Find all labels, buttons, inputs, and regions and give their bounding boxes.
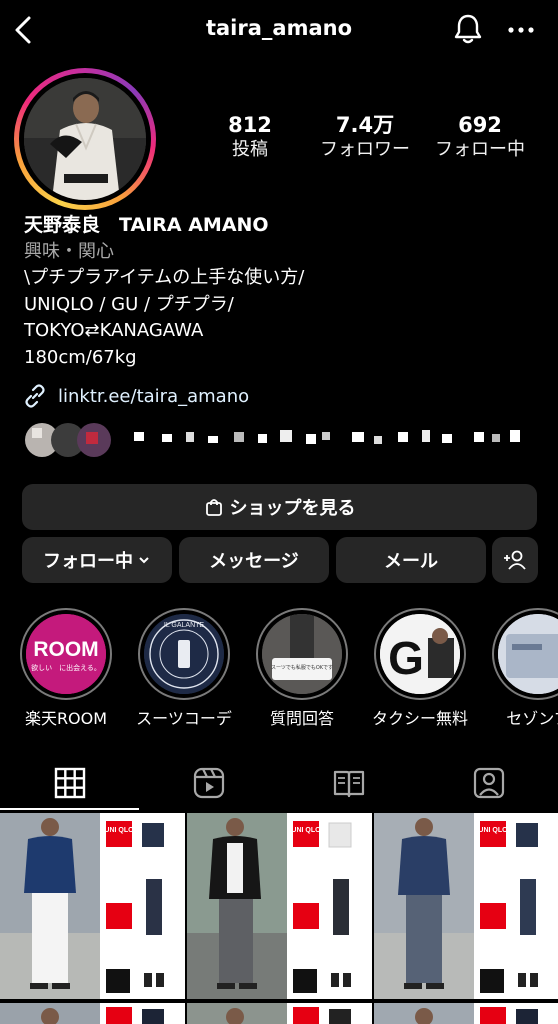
followers-count-number: 7.4万 xyxy=(335,113,395,137)
followers-count-label: フォロワー xyxy=(320,139,410,160)
post-thumbnail[interactable]: UNI QLO xyxy=(374,813,558,999)
post-thumbnail[interactable]: UNI QLO xyxy=(0,813,185,999)
top-bar: taira_amano xyxy=(0,0,558,62)
profile-bio: 天野泰良 TAIRA AMANO 興味・関心 \プチプラアイテムの上手な使い方/… xyxy=(24,212,544,371)
post-thumbnail[interactable]: UNI QLO xyxy=(187,813,372,999)
shop-button[interactable]: ショップを見る xyxy=(22,484,537,530)
highlight-label: スーツコーデ xyxy=(136,709,232,728)
active-tab-indicator xyxy=(0,808,139,810)
il-galante-badge: IL GALANTE xyxy=(144,614,224,694)
posts-count-number: 812 xyxy=(228,113,272,137)
il-galante-text: IL GALANTE xyxy=(164,622,205,629)
highlight-label: 楽天ROOM xyxy=(24,709,108,728)
uniqlo-logo-text: UNI QLO xyxy=(104,827,134,834)
highlight-rakuten-room[interactable]: ROOM 欲しい に出会える。 楽天ROOM xyxy=(18,608,114,729)
highlight-label: タクシー無料 xyxy=(372,709,469,728)
shop-button-label: ショップを見る xyxy=(229,498,356,519)
posts-count[interactable]: 812 投稿 xyxy=(195,112,305,162)
message-button[interactable]: メッセージ xyxy=(179,537,329,583)
go-logo-text: G xyxy=(388,632,424,684)
room-logo-text: ROOM xyxy=(33,638,98,661)
chevron-down-icon xyxy=(139,557,149,564)
room-logo-subtext: 欲しい に出会える。 xyxy=(31,663,101,672)
qa-highlight-image: スーツでも私服でもOKです xyxy=(262,614,342,694)
shopping-bag-icon xyxy=(205,499,222,516)
uniqlo-logo-text: UNI QLO xyxy=(291,827,321,834)
highlight-saison[interactable]: セゾンプ xyxy=(490,608,558,729)
notification-bell-icon[interactable] xyxy=(451,12,485,46)
room-logo: ROOM 欲しい に出会える。 xyxy=(26,614,106,694)
suggested-users-button[interactable] xyxy=(492,537,538,583)
profile-link[interactable]: linktr.ee/taira_amano xyxy=(22,382,249,410)
profile-avatar xyxy=(24,78,146,200)
highlight-qa[interactable]: スーツでも私服でもOKです 質問回答 xyxy=(254,608,350,729)
go-taxi-image: G xyxy=(380,614,460,694)
post-thumbnail[interactable] xyxy=(0,1003,185,1024)
posts-count-label: 投稿 xyxy=(232,139,268,160)
followed-by-row[interactable] xyxy=(22,420,542,460)
post-thumbnail[interactable] xyxy=(187,1003,372,1024)
mail-button-label: メール xyxy=(384,551,438,572)
following-count[interactable]: 692 フォロー中 xyxy=(425,112,535,162)
blurred-followers-preview xyxy=(25,423,520,457)
following-button-label: フォロー中 xyxy=(43,551,133,572)
highlight-label: 質問回答 xyxy=(269,709,334,728)
post-thumbnail[interactable] xyxy=(374,1003,558,1024)
saison-card-image xyxy=(498,614,558,694)
bio-line: UNIQLO / GU / プチプラ/ xyxy=(24,293,234,315)
tagged-icon[interactable] xyxy=(472,766,506,800)
qa-card-text: スーツでも私服でもOKです xyxy=(271,664,333,671)
bio-line: \プチプラアイテムの上手な使い方/ xyxy=(24,267,305,288)
highlight-label: セゾンプ xyxy=(506,709,558,728)
profile-tabs xyxy=(0,752,558,812)
highlight-taxi-free[interactable]: G タクシー無料 xyxy=(372,608,468,729)
following-count-number: 692 xyxy=(458,113,502,137)
bio-line: 180cm/67kg xyxy=(24,346,137,368)
mail-button[interactable]: メール xyxy=(336,537,486,583)
uniqlo-logo-text: UNI QLO xyxy=(478,827,508,834)
profile-link-text: linktr.ee/taira_amano xyxy=(58,385,250,407)
display-name: 天野泰良 TAIRA AMANO xyxy=(24,214,269,236)
guides-icon[interactable] xyxy=(332,766,366,800)
more-options-icon[interactable] xyxy=(506,18,536,42)
following-button[interactable]: フォロー中 xyxy=(22,537,172,583)
message-button-label: メッセージ xyxy=(209,551,299,572)
bio-line: TOKYO⇄KANAGAWA xyxy=(24,320,204,341)
grid-icon[interactable] xyxy=(53,766,87,800)
story-avatar-ring[interactable] xyxy=(14,68,156,210)
link-icon xyxy=(25,384,45,408)
profile-category: 興味・関心 xyxy=(24,240,114,262)
highlight-suit-coordinate[interactable]: IL GALANTE スーツコーデ xyxy=(136,608,232,729)
reels-icon[interactable] xyxy=(192,766,226,800)
add-person-icon xyxy=(504,550,526,570)
followers-count[interactable]: 7.4万 フォロワー xyxy=(310,112,420,162)
following-count-label: フォロー中 xyxy=(435,139,525,160)
